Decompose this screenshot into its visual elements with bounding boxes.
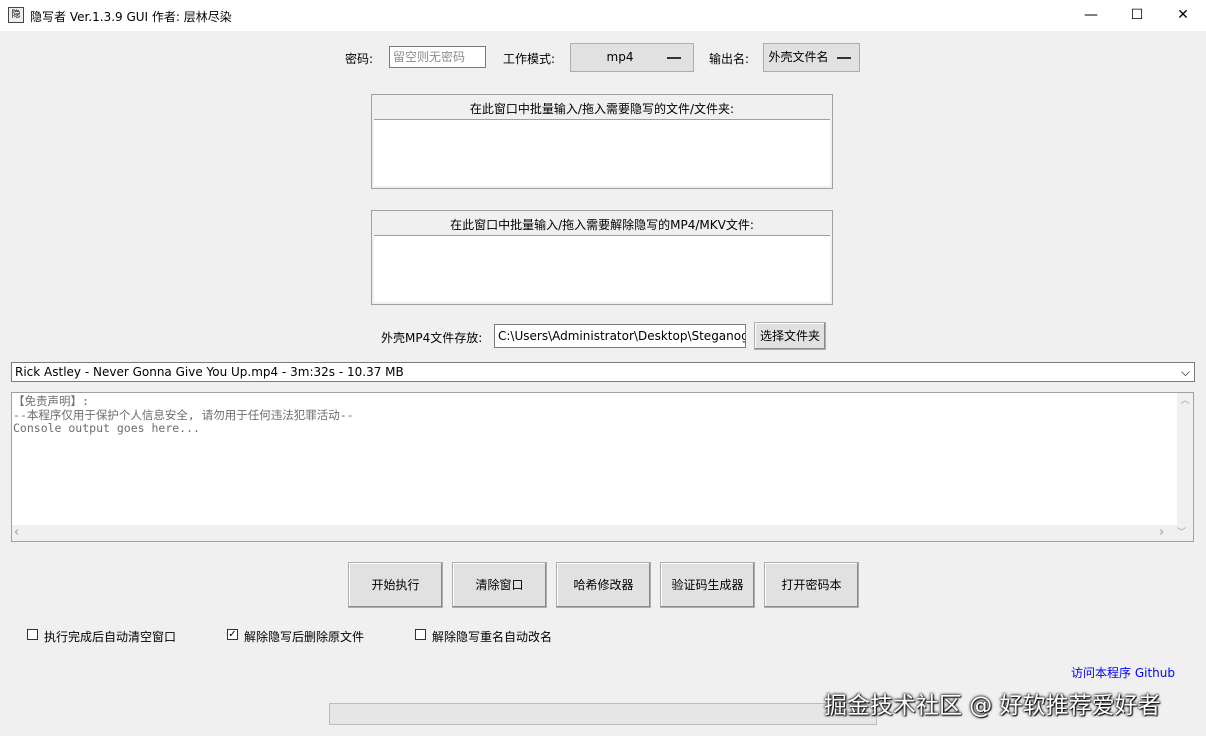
chevron-down-icon: ⌵ [1180,365,1190,379]
clear-window-button[interactable]: 清除窗口 [452,562,547,608]
hash-modifier-button[interactable]: 哈希修改器 [556,562,651,608]
dropdown-indicator-icon [837,57,851,59]
output-name-select[interactable]: 外壳文件名 [763,43,860,72]
password-input[interactable]: 留空则无密码 [389,46,486,68]
app-icon: 隐 [8,7,24,23]
auto-clear-checkbox[interactable] [27,629,38,640]
hide-files-title: 在此窗口中批量输入/拖入需要隐写的文件/文件夹: [469,102,735,116]
mode-label: 工作模式: [503,52,556,66]
dropdown-indicator-icon [667,57,681,59]
shell-file-select[interactable]: Rick Astley - Never Gonna Give You Up.mp… [11,362,1195,382]
vertical-scrollbar[interactable]: ︿ [1177,393,1193,525]
title-bar: 隐 隐写者 Ver.1.3.9 GUI 作者: 层林尽染 — ☐ ✕ [0,0,1206,31]
delete-original-label[interactable]: 解除隐写后删除原文件 [244,628,364,645]
reveal-files-title: 在此窗口中批量输入/拖入需要解除隐写的MP4/MKV文件: [450,218,754,232]
minimize-button[interactable]: — [1068,0,1114,31]
hide-files-group: 在此窗口中批量输入/拖入需要隐写的文件/文件夹: [371,94,833,189]
open-codebook-button[interactable]: 打开密码本 [764,562,859,608]
horizontal-scrollbar[interactable]: ‹ › ﹀ [12,525,1193,541]
scroll-down-icon[interactable]: ﹀ [1177,525,1191,541]
choose-folder-button[interactable]: 选择文件夹 [754,322,826,350]
output-name-label: 输出名: [709,52,750,66]
progress-bar [329,703,877,725]
mode-value: mp4 [606,50,634,64]
scroll-left-icon[interactable]: ‹ [14,525,28,541]
close-button[interactable]: ✕ [1160,0,1206,31]
maximize-button[interactable]: ☐ [1114,0,1160,31]
shell-dir-label: 外壳MP4文件存放: [381,331,483,345]
console-output[interactable]: 【免责声明】: --本程序仅用于保护个人信息安全, 请勿用于任何违法犯罪活动--… [11,392,1194,542]
watermark-text: 掘金技术社区 @ 好软推荐爱好者 [824,693,1161,719]
captcha-generator-button[interactable]: 验证码生成器 [660,562,755,608]
output-name-value: 外壳文件名 [768,50,829,64]
shell-dir-input[interactable]: C:\Users\Administrator\Desktop\Steganog [494,324,746,348]
scroll-up-icon[interactable]: ︿ [1177,393,1193,409]
hide-files-drop-area[interactable] [374,119,830,186]
mode-select[interactable]: mp4 [570,43,694,72]
shell-file-value: Rick Astley - Never Gonna Give You Up.mp… [15,365,404,379]
reveal-files-drop-area[interactable] [374,235,830,302]
reveal-files-group: 在此窗口中批量输入/拖入需要解除隐写的MP4/MKV文件: [371,210,833,305]
github-link[interactable]: 访问本程序 Github [1071,664,1175,681]
scroll-right-icon[interactable]: › [1159,525,1173,541]
console-line: Console output goes here... [13,421,200,435]
window-title: 隐写者 Ver.1.3.9 GUI 作者: 层林尽染 [30,10,232,24]
start-button[interactable]: 开始执行 [348,562,443,608]
auto-rename-checkbox[interactable] [415,629,426,640]
auto-clear-label[interactable]: 执行完成后自动清空窗口 [44,628,176,645]
delete-original-checkbox[interactable]: ✓ [227,629,238,640]
auto-rename-label[interactable]: 解除隐写重名自动改名 [432,628,552,645]
password-label: 密码: [345,52,374,66]
